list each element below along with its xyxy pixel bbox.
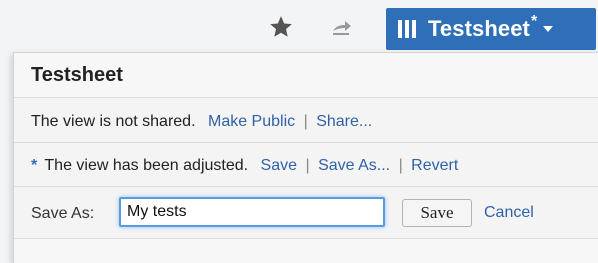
favorite-button[interactable] [266,13,296,41]
save-as-label: Save As: [31,205,95,222]
separator: | [398,157,403,174]
share-button[interactable] [327,15,357,39]
view-dropdown-panel: Testsheet The view is not shared. Make P… [13,52,598,263]
panel-title: Testsheet [31,64,123,86]
adjusted-status-text: The view has been adjusted. [44,157,249,174]
revert-link[interactable]: Revert [411,157,458,174]
top-toolbar: Testsheet * [0,0,598,52]
grid-icon [398,20,416,38]
view-title: Testsheet [428,16,530,41]
panel-header: Testsheet [14,53,598,98]
chevron-down-icon [543,26,554,32]
save-as-row: Save As: Save Cancel [14,187,598,239]
sharing-status-text: The view is not shared. [31,113,196,130]
modified-marker: * [530,13,538,30]
separator: | [305,157,310,174]
share-arrow-icon [333,21,351,35]
adjusted-marker: * [31,157,38,174]
save-as-link[interactable]: Save As... [318,157,390,174]
separator: | [303,113,308,130]
save-link[interactable]: Save [261,157,297,174]
save-button[interactable]: Save [402,199,472,227]
make-public-link[interactable]: Make Public [208,113,295,130]
view-menu-button[interactable]: Testsheet * [386,8,596,50]
share-link[interactable]: Share... [316,113,372,130]
star-icon [270,16,292,37]
adjusted-row: * The view has been adjusted. Save | Sav… [14,143,598,187]
cancel-link[interactable]: Cancel [484,204,534,222]
save-as-name-input[interactable] [119,197,385,227]
sharing-row: The view is not shared. Make Public | Sh… [14,98,598,143]
